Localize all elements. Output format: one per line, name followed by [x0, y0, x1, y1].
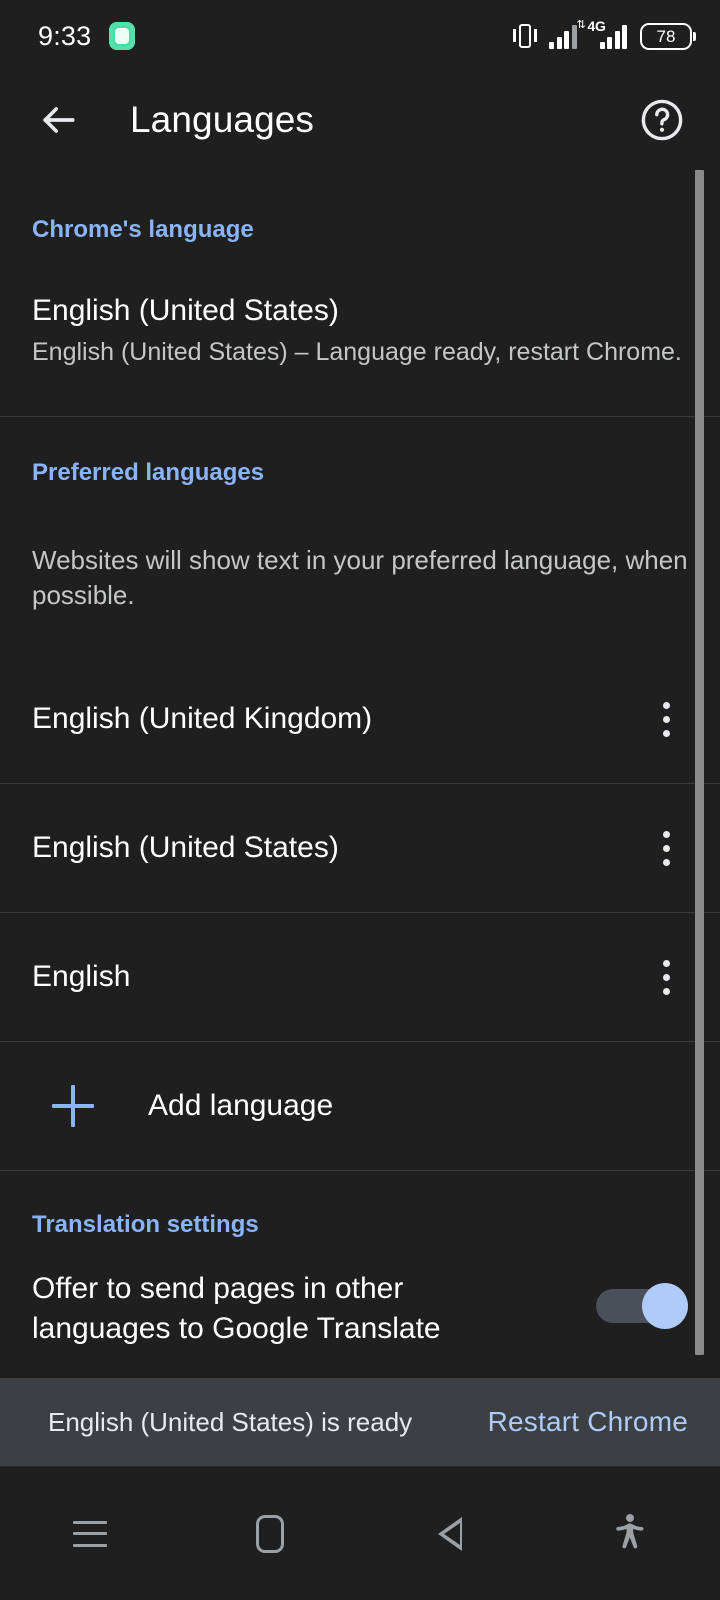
more-vert-icon[interactable]: [636, 941, 696, 1013]
list-item[interactable]: English (United Kingdom): [0, 655, 720, 783]
translate-offer-row[interactable]: Offer to send pages in other languages t…: [0, 1239, 720, 1348]
snackbar-message: English (United States) is ready: [48, 1406, 413, 1437]
chrome-language-subtitle: English (United States) – Language ready…: [32, 337, 682, 366]
language-label: English (United States): [32, 831, 339, 865]
section-header-translation-settings: Translation settings: [32, 1211, 259, 1239]
plus-icon: [50, 1083, 96, 1129]
settings-content: Chrome's language English (United States…: [0, 168, 720, 1378]
battery-level-label: 78: [656, 26, 676, 46]
language-label: English: [32, 960, 131, 994]
translate-offer-toggle[interactable]: [596, 1283, 688, 1330]
vertical-scrollbar[interactable]: [695, 170, 704, 1355]
preferred-languages-description: Websites will show text in your preferre…: [32, 544, 688, 611]
phone-screen: 9:33 ⇅ 4G 78 Languages Chrome's language…: [0, 0, 720, 1600]
battery-icon: 78: [640, 22, 696, 50]
translate-offer-label: Offer to send pages in other languages t…: [32, 1272, 441, 1346]
network-type-label: 4G: [587, 18, 606, 34]
language-label: English (United Kingdom): [32, 702, 373, 736]
chrome-language-title: English (United States): [32, 294, 339, 327]
back-triangle-icon[interactable]: [360, 1467, 540, 1600]
chrome-language-item[interactable]: English (United States) English (United …: [0, 244, 720, 369]
status-bar-left: 9:33: [38, 20, 136, 52]
section-header-preferred-languages: Preferred languages: [32, 458, 265, 486]
list-item[interactable]: English: [0, 913, 720, 1041]
status-bar-right: ⇅ 4G 78: [513, 19, 696, 50]
add-language-button[interactable]: Add language: [0, 1042, 720, 1170]
snackbar: English (United States) is ready Restart…: [0, 1378, 720, 1466]
mobile-data-icon: ⇅ 4G: [577, 19, 627, 49]
accessibility-icon[interactable]: [540, 1467, 720, 1600]
signal-bars-icon: [549, 23, 577, 49]
more-vert-icon[interactable]: [636, 683, 696, 755]
recents-icon[interactable]: [0, 1467, 180, 1600]
back-arrow-icon[interactable]: [22, 84, 94, 156]
status-bar: 9:33 ⇅ 4G 78: [0, 0, 720, 72]
list-item[interactable]: English (United States): [0, 784, 720, 912]
app-indicator-icon: [109, 22, 136, 50]
page-title: Languages: [130, 99, 315, 140]
app-bar: Languages: [0, 72, 720, 168]
toggle-thumb: [642, 1283, 688, 1330]
help-circle-icon[interactable]: [630, 88, 694, 152]
status-clock: 9:33: [38, 20, 92, 51]
more-vert-icon[interactable]: [636, 812, 696, 884]
home-icon[interactable]: [180, 1467, 360, 1600]
data-arrows-icon: ⇅: [576, 19, 586, 31]
vibrate-icon: [513, 22, 537, 50]
restart-chrome-button[interactable]: Restart Chrome: [488, 1406, 694, 1438]
add-language-label: Add language: [148, 1089, 334, 1123]
section-header-chrome-language: Chrome's language: [32, 216, 254, 243]
system-navigation-bar: [0, 1466, 720, 1600]
